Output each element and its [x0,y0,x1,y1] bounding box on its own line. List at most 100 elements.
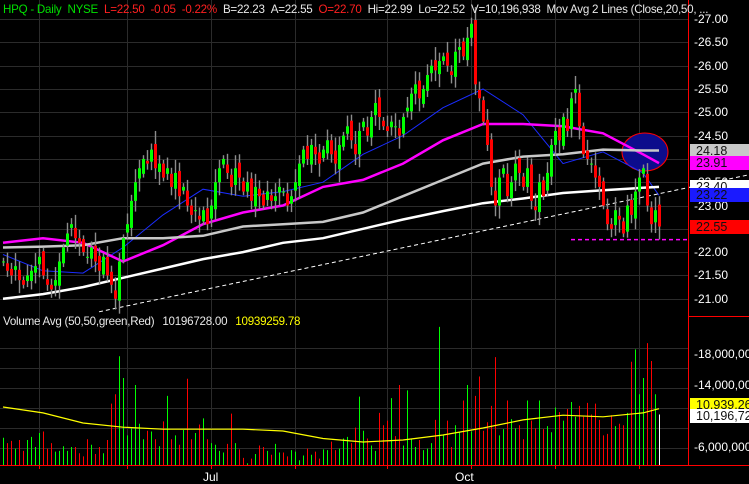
candle-body [234,168,237,186]
candle-body [46,279,49,285]
bid: B=22.23 [222,3,265,16]
candle-body [250,178,253,201]
candle-body [54,280,57,286]
axes [0,0,749,466]
candle-body [302,149,305,164]
candle-body [598,175,601,187]
candle-body [490,139,493,187]
candle-body [634,191,637,219]
candle-body [30,270,33,282]
candle-body [430,65,433,74]
symbol-label[interactable]: HPQ - Daily [3,3,62,16]
volume-tick-label: -18,000,000 [694,346,749,361]
candle-body [650,207,653,225]
candle-body [590,163,593,165]
candle-body [266,191,269,200]
candle-body [362,121,365,128]
candle-body [90,247,93,259]
candle-body [254,186,257,207]
candle-body [622,221,625,234]
open-price: O=22.70 [318,3,362,16]
candle-body [230,174,233,187]
candle-body [406,107,409,112]
candle-body [482,100,485,122]
study-label[interactable]: Mov Avg 2 Lines (Close,20,50, ... [547,3,709,16]
candle-body [346,126,349,134]
change-percent: -0.22% [181,3,217,16]
candle-body [74,227,77,239]
stock-chart[interactable] [0,0,749,483]
price-tick-label: -21.00 [694,291,729,306]
candle-body [122,238,125,260]
price-tick-label: -26.00 [694,58,729,73]
ma-line-ma20 [2,88,660,274]
candle-body [206,208,209,225]
candle-body [226,164,229,173]
candle-body [186,190,189,206]
candle-body [638,177,641,192]
candle-body [110,271,113,285]
volume-tick-label: -14,000,000 [694,377,749,392]
candle-body [642,168,645,174]
candle-body [294,182,297,191]
candle-body [370,116,373,138]
candle-body [102,256,105,275]
candle-body [614,210,617,226]
candle-body [170,173,173,187]
volume-header: Volume Avg (50,50,green,Red) 10196728.00 1… [3,315,308,328]
candle-body [154,144,157,169]
candle-body [150,149,153,162]
candle-body [586,150,589,159]
candle-body [518,158,521,173]
price-tick-label: -21.50 [694,268,729,283]
candle-body [434,60,437,71]
candle-body [606,209,609,225]
candle-body [350,120,353,141]
candle-body [194,210,197,212]
candle-body [114,290,117,299]
volume-study-label[interactable]: Volume Avg (50,50,green,Red) [3,315,155,328]
candle-body [298,163,301,186]
change: -0.05 [150,3,176,16]
candle-body [246,182,249,192]
candle-body [306,145,309,159]
candle-body [378,97,381,117]
candle-body [526,168,529,187]
volume-avg-line [2,406,660,443]
candle-body [210,205,213,219]
candle-body [466,37,469,61]
candle-body [138,168,141,179]
candle-body [82,239,85,253]
candle-body [322,149,325,158]
candle-body [534,206,537,211]
candle-body [106,256,109,276]
candle-body [458,47,461,50]
x-tick-label: Oct [455,470,474,484]
candle-body [38,256,41,265]
candle-body [6,263,9,271]
price-badge: 23.22 [690,188,749,203]
candle-body [202,210,205,222]
candle-body [190,205,193,215]
candle-body [274,196,277,201]
candle-body [26,275,29,282]
candle-body [402,116,405,134]
candle-body [94,245,97,262]
candle-body [14,266,17,270]
candle-body [2,261,5,263]
candle-body [62,247,65,264]
candle-body [130,200,133,228]
candle-body [582,126,585,155]
candle-body [86,256,89,258]
candle-body [654,210,657,223]
candle-body [118,261,121,301]
candle-body [162,163,165,178]
volume: V=10,196,938 [470,3,541,16]
candle-body [470,23,473,38]
candle-body [330,140,333,155]
candle-body [34,266,37,273]
candle-body [558,127,561,141]
candle-body [498,177,501,206]
candle-body [326,140,329,154]
x-tick-label: Jul [203,470,219,484]
